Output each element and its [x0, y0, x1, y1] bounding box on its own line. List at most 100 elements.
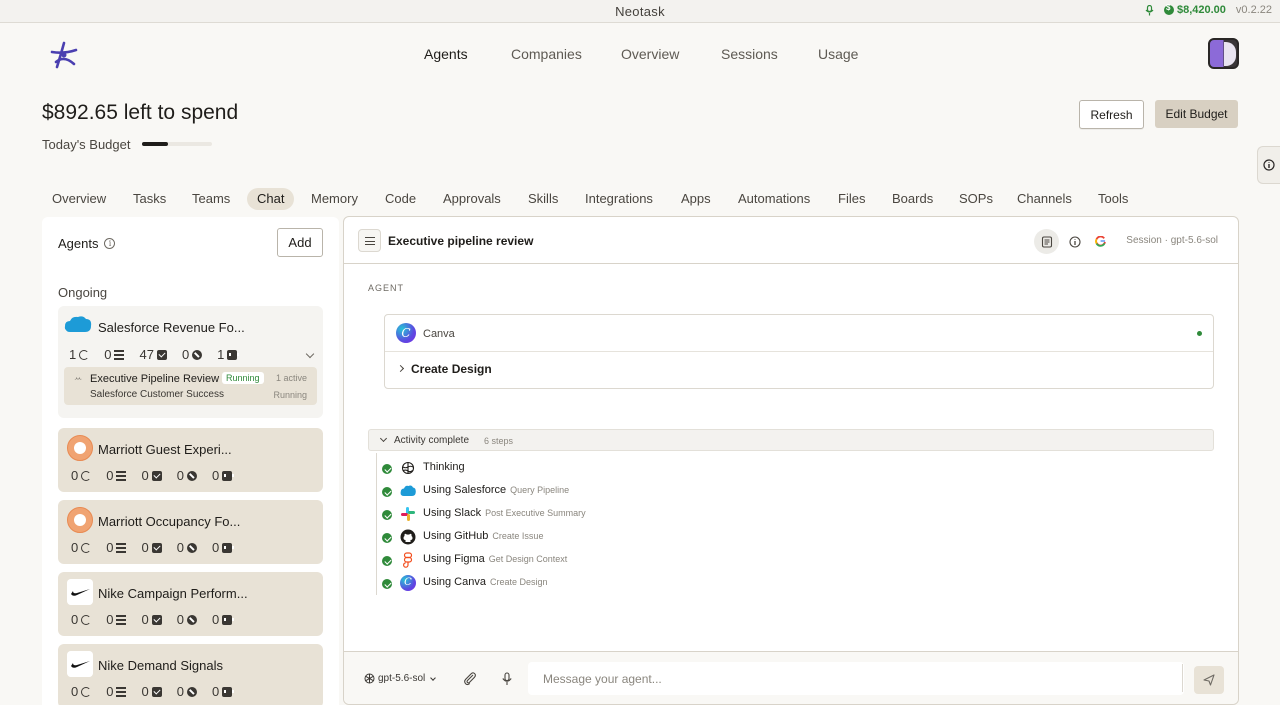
- agents-panel: Agents i Add Ongoing Salesforce Revenue …: [42, 217, 339, 705]
- tab-apps[interactable]: Apps: [681, 188, 711, 210]
- microphone-icon[interactable]: [499, 671, 515, 687]
- tab-teams[interactable]: Teams: [192, 188, 230, 210]
- stat-blocked: 0: [176, 684, 184, 699]
- tab-integrations[interactable]: Integrations: [585, 188, 653, 210]
- marriott-icon: [67, 507, 93, 533]
- message-role-label: AGENT: [368, 283, 405, 293]
- tab-boards[interactable]: Boards: [892, 188, 933, 210]
- balance-value: $8,420.00: [1176, 4, 1226, 16]
- marriott-icon: [67, 435, 93, 461]
- budget-label: Today's Budget: [42, 137, 131, 152]
- check-icon: [151, 542, 162, 553]
- nav-sessions[interactable]: Sessions: [721, 46, 778, 62]
- nike-icon: [67, 579, 93, 605]
- tool-action-name[interactable]: Create Design: [411, 362, 492, 376]
- stat-done: 47: [139, 347, 154, 362]
- stat-bots: 0: [211, 540, 220, 555]
- info-icon[interactable]: [1062, 229, 1087, 254]
- step-name: Thinking: [423, 461, 465, 473]
- step-detail: Post Executive Summary: [485, 508, 586, 518]
- agent-card[interactable]: Nike Demand Signals 0 0 0 0 0: [58, 644, 323, 705]
- model-selector[interactable]: gpt-5.6-sol: [364, 673, 437, 684]
- bot-icon: [222, 470, 235, 481]
- chevron-right-icon[interactable]: [396, 364, 405, 373]
- agent-card[interactable]: Nike Campaign Perform... 0 0 0 0 0: [58, 572, 323, 636]
- nav-usage[interactable]: Usage: [818, 46, 858, 62]
- sync-icon: [81, 614, 92, 625]
- message-composer: gpt-5.6-sol: [344, 651, 1238, 704]
- activity-step: Using Salesforce Query Pipeline: [382, 482, 982, 500]
- tool-call-card: C Canva Create Design: [384, 314, 1214, 389]
- agent-name: Salesforce Revenue Fo...: [98, 320, 245, 335]
- info-icon[interactable]: i: [104, 238, 116, 249]
- paperclip-icon[interactable]: [462, 671, 478, 687]
- agent-name: Nike Campaign Perform...: [98, 586, 248, 601]
- agent-stats: 0 0 0 0 0: [71, 468, 247, 483]
- list-icon: [116, 686, 127, 697]
- tab-chat[interactable]: Chat: [247, 188, 295, 210]
- nav-companies[interactable]: Companies: [511, 46, 582, 62]
- activity-step: Using GitHub Create Issue: [382, 528, 982, 546]
- menu-icon[interactable]: [358, 229, 381, 252]
- stat-blocked: 0: [181, 347, 190, 362]
- tab-channels[interactable]: Channels: [1017, 188, 1072, 210]
- check-icon: [151, 614, 162, 625]
- user-avatar[interactable]: [1208, 38, 1239, 69]
- microphone-icon[interactable]: [1145, 4, 1154, 16]
- stat-runs: 1: [69, 347, 77, 362]
- dollar-icon: [1163, 3, 1174, 15]
- step-name: Using Slack: [423, 507, 482, 519]
- check-circle-icon: [382, 510, 392, 520]
- message-input[interactable]: [528, 662, 1184, 695]
- stat-runs: 0: [71, 612, 79, 627]
- stat-runs: 0: [71, 468, 79, 483]
- stat-tasks: 0: [104, 347, 112, 362]
- check-icon: [151, 470, 162, 481]
- nav-agents[interactable]: Agents: [424, 46, 468, 62]
- list-icon: [116, 614, 127, 625]
- activity-toggle[interactable]: Activity complete 6 steps: [368, 429, 1214, 451]
- agent-card[interactable]: Marriott Guest Experi... 0 0 0 0 0: [58, 428, 323, 492]
- sync-icon: [81, 686, 92, 697]
- session-sub-status: Running: [273, 390, 307, 400]
- tab-skills[interactable]: Skills: [528, 188, 558, 210]
- stat-bots: 1: [217, 347, 225, 362]
- activity-step: Using Figma Get Design Context: [382, 551, 982, 569]
- bot-icon: [222, 542, 235, 553]
- version-label: v0.2.22: [1235, 4, 1272, 16]
- tab-approvals[interactable]: Approvals: [443, 188, 501, 210]
- agent-stats: 0 0 0 0 0: [71, 540, 247, 555]
- step-detail: Query Pipeline: [510, 485, 570, 495]
- blocked-icon: [186, 470, 197, 481]
- check-circle-icon: [382, 487, 392, 497]
- tab-code[interactable]: Code: [385, 188, 416, 210]
- step-name: Using Figma: [423, 553, 485, 565]
- send-button[interactable]: [1194, 666, 1224, 694]
- blocked-icon: [186, 686, 197, 697]
- edit-budget-button[interactable]: Edit Budget: [1155, 100, 1238, 128]
- tab-automations[interactable]: Automations: [738, 188, 810, 210]
- google-icon[interactable]: [1088, 229, 1113, 254]
- slack-icon: [401, 507, 415, 521]
- chat-header: Executive pipeline review Session · gpt-…: [344, 217, 1238, 264]
- refresh-button[interactable]: Refresh: [1079, 100, 1144, 129]
- nav-overview[interactable]: Overview: [621, 46, 679, 62]
- agent-name: Marriott Guest Experi...: [98, 442, 232, 457]
- activity-count: 6 steps: [484, 436, 514, 446]
- tab-memory[interactable]: Memory: [311, 188, 358, 210]
- chevron-down-icon[interactable]: [305, 349, 315, 359]
- tab-tasks[interactable]: Tasks: [133, 188, 166, 210]
- agents-title: Agents: [58, 236, 99, 251]
- agent-card[interactable]: Marriott Occupancy Fo... 0 0 0 0 0: [58, 500, 323, 564]
- agent-card[interactable]: Salesforce Revenue Fo... 1 0 47 0 1 ꕀ Ex…: [58, 306, 323, 418]
- tab-tools[interactable]: Tools: [1098, 188, 1128, 210]
- tab-overview[interactable]: Overview: [52, 188, 106, 210]
- document-icon[interactable]: [1034, 229, 1059, 254]
- tab-sops[interactable]: SOPs: [959, 188, 993, 210]
- agent-name: Nike Demand Signals: [98, 658, 224, 673]
- status-dot: [1197, 331, 1202, 336]
- session-item[interactable]: ꕀ Executive Pipeline Review Running 1 ac…: [64, 367, 317, 405]
- info-side-tab[interactable]: [1257, 146, 1280, 184]
- tab-files[interactable]: Files: [838, 188, 865, 210]
- add-agent-button[interactable]: Add: [277, 228, 323, 257]
